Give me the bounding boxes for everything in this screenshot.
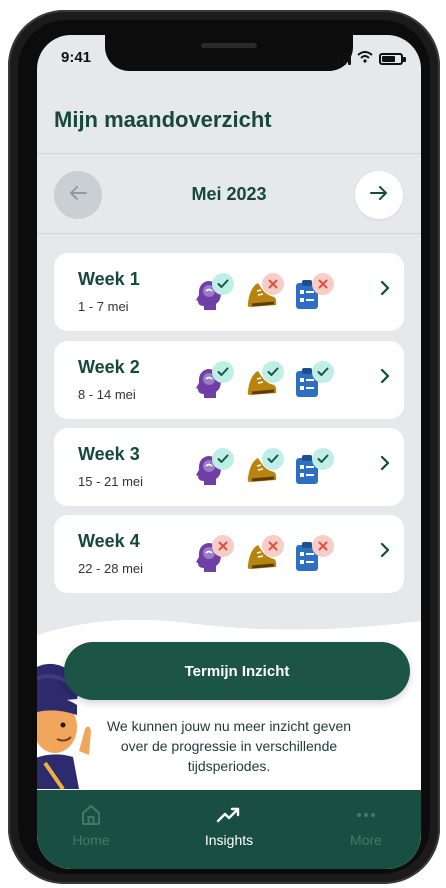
tasks-clipboard-icon: [294, 535, 334, 579]
week-title: Week 3: [78, 444, 140, 464]
week-status-icons: [194, 267, 334, 319]
week-dates: 8 - 14 mei: [78, 387, 136, 402]
cross-icon: [312, 535, 334, 557]
tab-insights-label: Insights: [204, 832, 254, 848]
status-icons: [333, 50, 406, 68]
tasks-clipboard-icon: [294, 273, 334, 317]
nav-divider: [37, 233, 421, 234]
week-card[interactable]: Week 2 8 - 14 mei: [54, 341, 404, 419]
checkmark-icon: [212, 448, 234, 470]
chevron-right-icon: [380, 368, 390, 389]
chevron-right-icon: [380, 542, 390, 563]
checkmark-icon: [312, 448, 334, 470]
app-screen: 9:41 Mijn maandoverzicht Mei 2023 Week 1…: [37, 35, 421, 869]
insight-info-text: We kunnen jouw nu meer inzicht geven ove…: [106, 718, 352, 774]
week-card[interactable]: Week 4 22 - 28 mei: [54, 515, 404, 593]
battery-icon: [379, 53, 406, 65]
home-icon: [46, 802, 136, 828]
cross-icon: [262, 535, 284, 557]
week-status-icons: [194, 529, 334, 581]
checkmark-icon: [262, 448, 284, 470]
mindfulness-icon: [194, 273, 234, 317]
week-title: Week 4: [78, 531, 140, 551]
tasks-clipboard-icon: [294, 361, 334, 405]
steps-shoe-icon: [244, 273, 284, 317]
cross-icon: [312, 273, 334, 295]
bottom-tab-bar: Home Insights More: [37, 790, 421, 869]
mindfulness-icon: [194, 535, 234, 579]
tab-more[interactable]: More: [321, 802, 411, 848]
tab-more-label: More: [350, 832, 382, 848]
week-dates: 22 - 28 mei: [78, 561, 144, 576]
cellular-signal-icon: [333, 53, 351, 65]
device-notch: [105, 35, 353, 71]
header-divider: [37, 153, 421, 154]
steps-shoe-icon: [244, 361, 284, 405]
week-status-icons: [194, 355, 334, 407]
week-dates: 15 - 21 mei: [78, 474, 144, 489]
next-month-button[interactable]: [355, 171, 403, 219]
status-time: 9:41: [61, 49, 92, 66]
week-card[interactable]: Week 1 1 - 7 mei: [54, 253, 404, 331]
week-status-icons: [194, 442, 334, 494]
tab-home[interactable]: Home: [46, 802, 136, 848]
tab-insights[interactable]: Insights: [184, 802, 274, 848]
cross-icon: [262, 273, 284, 295]
steps-shoe-icon: [244, 535, 284, 579]
chevron-right-icon: [380, 280, 390, 301]
more-dots-icon: [321, 802, 411, 828]
page-title: Mijn maandoverzicht: [54, 107, 272, 132]
week-card[interactable]: Week 3 15 - 21 mei: [54, 428, 404, 506]
term-insight-button[interactable]: Termijn Inzicht: [64, 642, 410, 700]
checkmark-icon: [312, 361, 334, 383]
wifi-icon: [357, 50, 373, 68]
tasks-clipboard-icon: [294, 448, 334, 492]
cross-icon: [212, 535, 234, 557]
trend-up-icon: [184, 802, 274, 828]
checkmark-icon: [212, 361, 234, 383]
chevron-right-icon: [380, 455, 390, 476]
checkmark-icon: [262, 361, 284, 383]
tab-home-label: Home: [72, 832, 110, 848]
week-title: Week 1: [78, 269, 140, 289]
checkmark-icon: [212, 273, 234, 295]
mindfulness-icon: [194, 448, 234, 492]
mindfulness-icon: [194, 361, 234, 405]
arrow-right-icon: [370, 185, 388, 206]
month-navigator: Mei 2023: [37, 160, 421, 230]
steps-shoe-icon: [244, 448, 284, 492]
week-dates: 1 - 7 mei: [78, 299, 129, 314]
week-title: Week 2: [78, 357, 140, 377]
